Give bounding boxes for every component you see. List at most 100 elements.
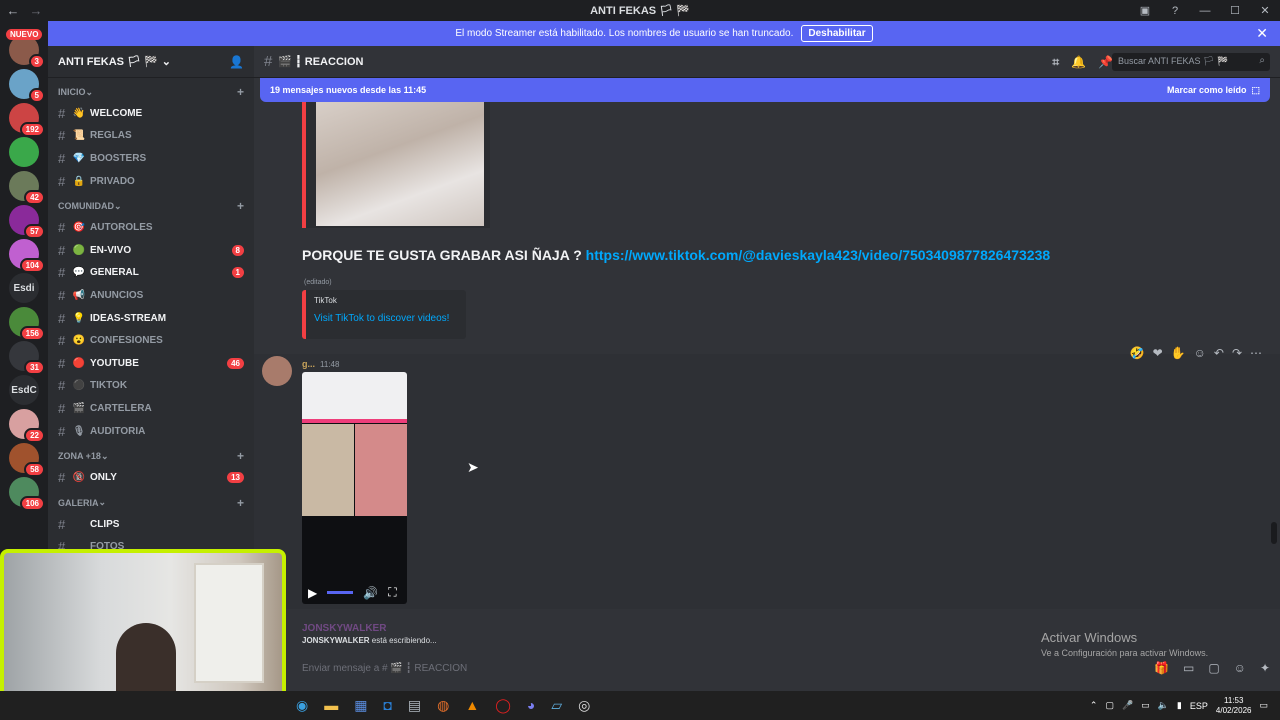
add-channel-icon[interactable]: + xyxy=(237,496,244,510)
threads-icon[interactable]: ⌗ xyxy=(1052,55,1059,70)
server-icon[interactable]: 58 xyxy=(9,443,45,477)
store-icon[interactable]: ▦ xyxy=(354,697,367,714)
notifications-icon[interactable]: ▭ xyxy=(1259,700,1268,711)
channel-item[interactable]: # 🟢 EN-VIVO 8 xyxy=(48,239,254,262)
category-header[interactable]: GALERIA ⌄ + xyxy=(48,493,254,513)
new-messages-bar[interactable]: 19 mensajes nuevos desde las 11:45 Marca… xyxy=(260,78,1270,102)
hash-icon: # xyxy=(58,378,66,394)
reply-icon[interactable]: ↶ xyxy=(1214,346,1224,360)
guild-header[interactable]: ANTI FEKAS 🏳 🏁 ⌄ 👤 xyxy=(48,46,254,78)
chevron-up-icon[interactable]: ⌃ xyxy=(1090,700,1098,711)
channel-item[interactable]: # 🔞 ONLY 13 xyxy=(48,466,254,489)
channel-item[interactable]: # 🔴 YOUTUBE 46 xyxy=(48,352,254,375)
server-icon[interactable]: 106 xyxy=(9,477,45,511)
forward-icon[interactable]: ↷ xyxy=(1232,346,1242,360)
inbox-icon[interactable]: ▣ xyxy=(1130,4,1160,17)
clock[interactable]: 11:53 4/02/2026 xyxy=(1216,696,1252,715)
close-icon[interactable]: ✕ xyxy=(1256,25,1268,42)
avatar[interactable] xyxy=(262,356,292,386)
server-icon[interactable]: 156 xyxy=(9,307,45,341)
channel-item[interactable]: # 💎 BOOSTERS xyxy=(48,147,254,170)
mark-as-read-button[interactable]: Marcar como leído xyxy=(1167,85,1247,95)
image-attachment[interactable] xyxy=(302,102,490,228)
server-icon[interactable]: 57 xyxy=(9,205,45,239)
channel-item[interactable]: # 🎬 CARTELERA xyxy=(48,397,254,420)
vlc-icon[interactable]: ▲ xyxy=(465,697,479,714)
server-icon[interactable]: EsdC xyxy=(9,375,39,405)
explorer-icon[interactable]: ▬ xyxy=(324,697,338,714)
message-link[interactable]: https://www.tiktok.com/@davieskayla423/v… xyxy=(586,247,1051,263)
battery-icon[interactable]: ▮ xyxy=(1177,700,1182,711)
help-icon[interactable]: ? xyxy=(1160,5,1190,17)
forward-arrow-icon[interactable]: → xyxy=(26,3,46,18)
category-header[interactable]: ZONA +18 ⌄ + xyxy=(48,446,254,466)
outlook-icon[interactable]: ◘ xyxy=(383,697,391,714)
kick-server-icon[interactable] xyxy=(9,137,39,167)
add-channel-icon[interactable]: + xyxy=(237,85,244,99)
server-icon[interactable]: 5 xyxy=(9,69,45,103)
sticker-icon[interactable]: ▢ xyxy=(1208,661,1219,675)
apps-icon[interactable]: ✦ xyxy=(1260,661,1270,675)
minimize-button[interactable]: — xyxy=(1190,5,1220,17)
channel-item[interactable]: # CLIPS xyxy=(48,513,254,536)
server-icon[interactable]: 22 xyxy=(9,409,45,443)
server-icon[interactable]: Esdi xyxy=(9,273,39,303)
channel-item[interactable]: # 🎙 AUDITORIA xyxy=(48,420,254,443)
server-icon[interactable]: 31 xyxy=(9,341,45,375)
gif-icon[interactable]: ▭ xyxy=(1183,661,1194,675)
disable-streamer-button[interactable]: Deshabilitar xyxy=(801,25,873,42)
server-icon[interactable]: 104 xyxy=(9,239,45,273)
app-icon[interactable]: ▱ xyxy=(551,697,562,714)
channel-item[interactable]: # ⚫ TIKTOK xyxy=(48,375,254,398)
add-channel-icon[interactable]: + xyxy=(237,449,244,463)
server-icon[interactable]: 192 xyxy=(9,103,45,137)
discord-icon[interactable]: ◕ xyxy=(527,697,535,714)
volume-icon[interactable]: 🔊 xyxy=(363,586,378,600)
message-author[interactable]: g... xyxy=(302,359,315,369)
embed-title[interactable]: Visit TikTok to discover videos! xyxy=(314,313,458,324)
bell-icon[interactable]: 🔔 xyxy=(1071,55,1086,69)
firefox-icon[interactable]: ◍ xyxy=(437,697,449,714)
maximize-button[interactable]: ☐ xyxy=(1220,4,1250,17)
add-reaction-icon[interactable]: ☺ xyxy=(1194,346,1206,360)
channel-item[interactable]: # 📢 ANUNCIOS xyxy=(48,284,254,307)
video-progress[interactable] xyxy=(327,591,354,594)
search-input[interactable]: Buscar ANTI FEKAS 🏳 🏁 ⌕ xyxy=(1112,53,1270,71)
add-channel-icon[interactable]: + xyxy=(237,199,244,213)
category-header[interactable]: COMUNIDAD ⌄ + xyxy=(48,196,254,216)
message-input[interactable]: Enviar mensaje a # 🎬 ┇ REACCION 🎁 ▭ ▢ ☺ … xyxy=(290,654,1270,682)
app-icon[interactable]: ▤ xyxy=(408,697,421,714)
speaker-icon[interactable]: 🔈 xyxy=(1158,700,1169,711)
opera-icon[interactable]: ◯ xyxy=(495,697,511,714)
server-icon[interactable]: 42 xyxy=(9,171,45,205)
emoji-icon[interactable]: ☺ xyxy=(1234,661,1246,675)
gift-icon[interactable]: 🎁 xyxy=(1154,661,1169,675)
channel-item[interactable]: # 📜 REGLAS xyxy=(48,125,254,148)
obs-icon[interactable]: ◎ xyxy=(578,697,590,714)
edge-icon[interactable]: ◉ xyxy=(296,697,308,714)
tray-icon[interactable]: ▢ xyxy=(1105,700,1114,711)
add-user-icon[interactable]: 👤 xyxy=(229,55,244,69)
more-icon[interactable]: ⋯ xyxy=(1250,346,1262,360)
hand-reaction-icon[interactable]: ✋ xyxy=(1171,346,1186,360)
laugh-reaction-icon[interactable]: 🤣 xyxy=(1130,346,1145,360)
channel-item[interactable]: # 🎯 AUTOROLES xyxy=(48,216,254,239)
heart-reaction-icon[interactable]: ❤ xyxy=(1153,346,1163,360)
play-icon[interactable]: ▶ xyxy=(308,586,317,600)
network-icon[interactable]: ▭ xyxy=(1141,700,1150,711)
category-header[interactable]: INICIO ⌄ + xyxy=(48,82,254,102)
channel-item[interactable]: # 💡 IDEAS-STREAM xyxy=(48,307,254,330)
language-indicator[interactable]: ESP xyxy=(1190,701,1208,711)
scrollbar[interactable] xyxy=(1271,522,1277,544)
fullscreen-icon[interactable]: ⛶ xyxy=(388,585,396,600)
close-window-button[interactable]: ✕ xyxy=(1250,4,1280,17)
channel-emoji: 😮 xyxy=(72,335,86,347)
back-arrow-icon[interactable]: ← xyxy=(0,3,26,18)
channel-item[interactable]: # 👋 WELCOME xyxy=(48,102,254,125)
channel-item[interactable]: # 😮 CONFESIONES xyxy=(48,329,254,352)
video-attachment[interactable]: ▶ 🔊 ⛶ xyxy=(302,372,407,604)
pin-icon[interactable]: 📌 xyxy=(1098,55,1113,69)
channel-item[interactable]: # 💬 GENERAL 1 xyxy=(48,262,254,285)
channel-item[interactable]: # 🔒 PRIVADO xyxy=(48,170,254,193)
mic-icon[interactable]: 🎤 xyxy=(1122,700,1133,711)
